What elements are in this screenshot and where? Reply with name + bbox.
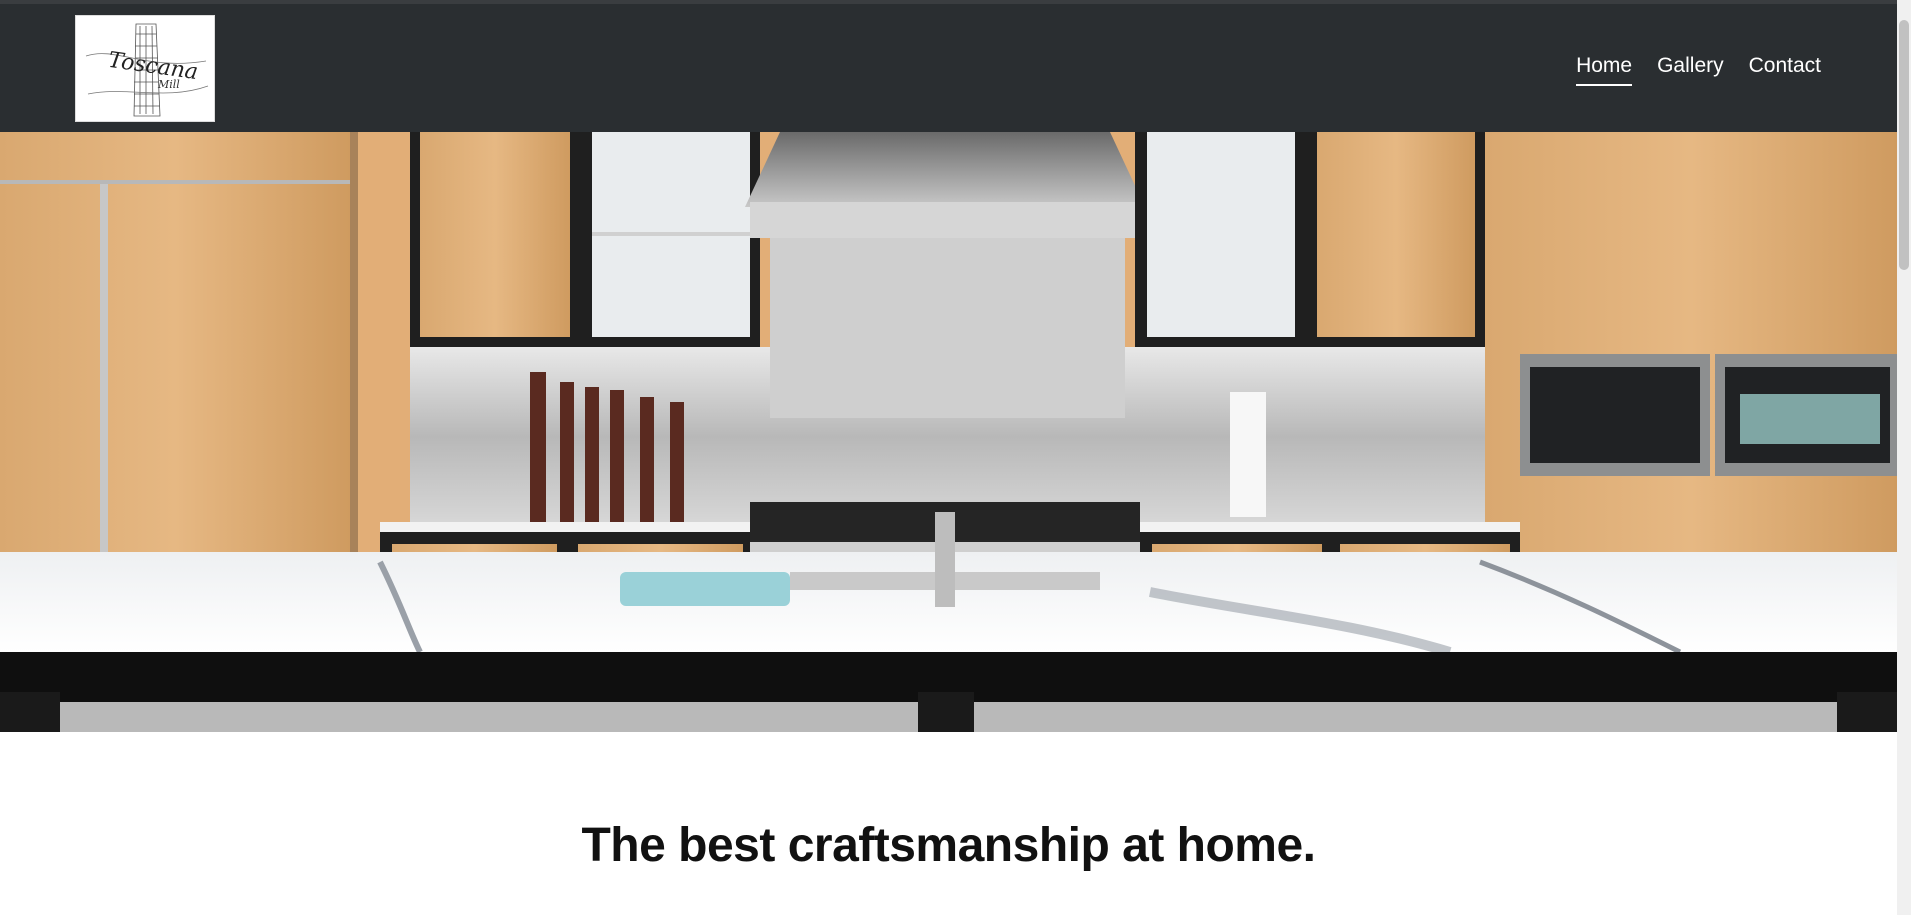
nav-item-contact[interactable]: Contact [1749,54,1821,86]
logo-sub-text: Mill [158,78,180,91]
nav-item-gallery[interactable]: Gallery [1657,54,1724,86]
site-header: Toscana Mill Home Gallery Contact [0,4,1897,132]
main-nav: Home Gallery Contact [1576,54,1821,86]
page-scrollbar[interactable] [1897,0,1911,915]
site-logo[interactable]: Toscana Mill [75,15,215,122]
page-headline: The best craftsmanship at home. [581,819,1316,872]
scrollbar-thumb[interactable] [1899,20,1909,270]
nav-item-home[interactable]: Home [1576,54,1633,86]
kitchen-illustration [0,132,1897,732]
hero-kitchen-image [0,132,1897,732]
